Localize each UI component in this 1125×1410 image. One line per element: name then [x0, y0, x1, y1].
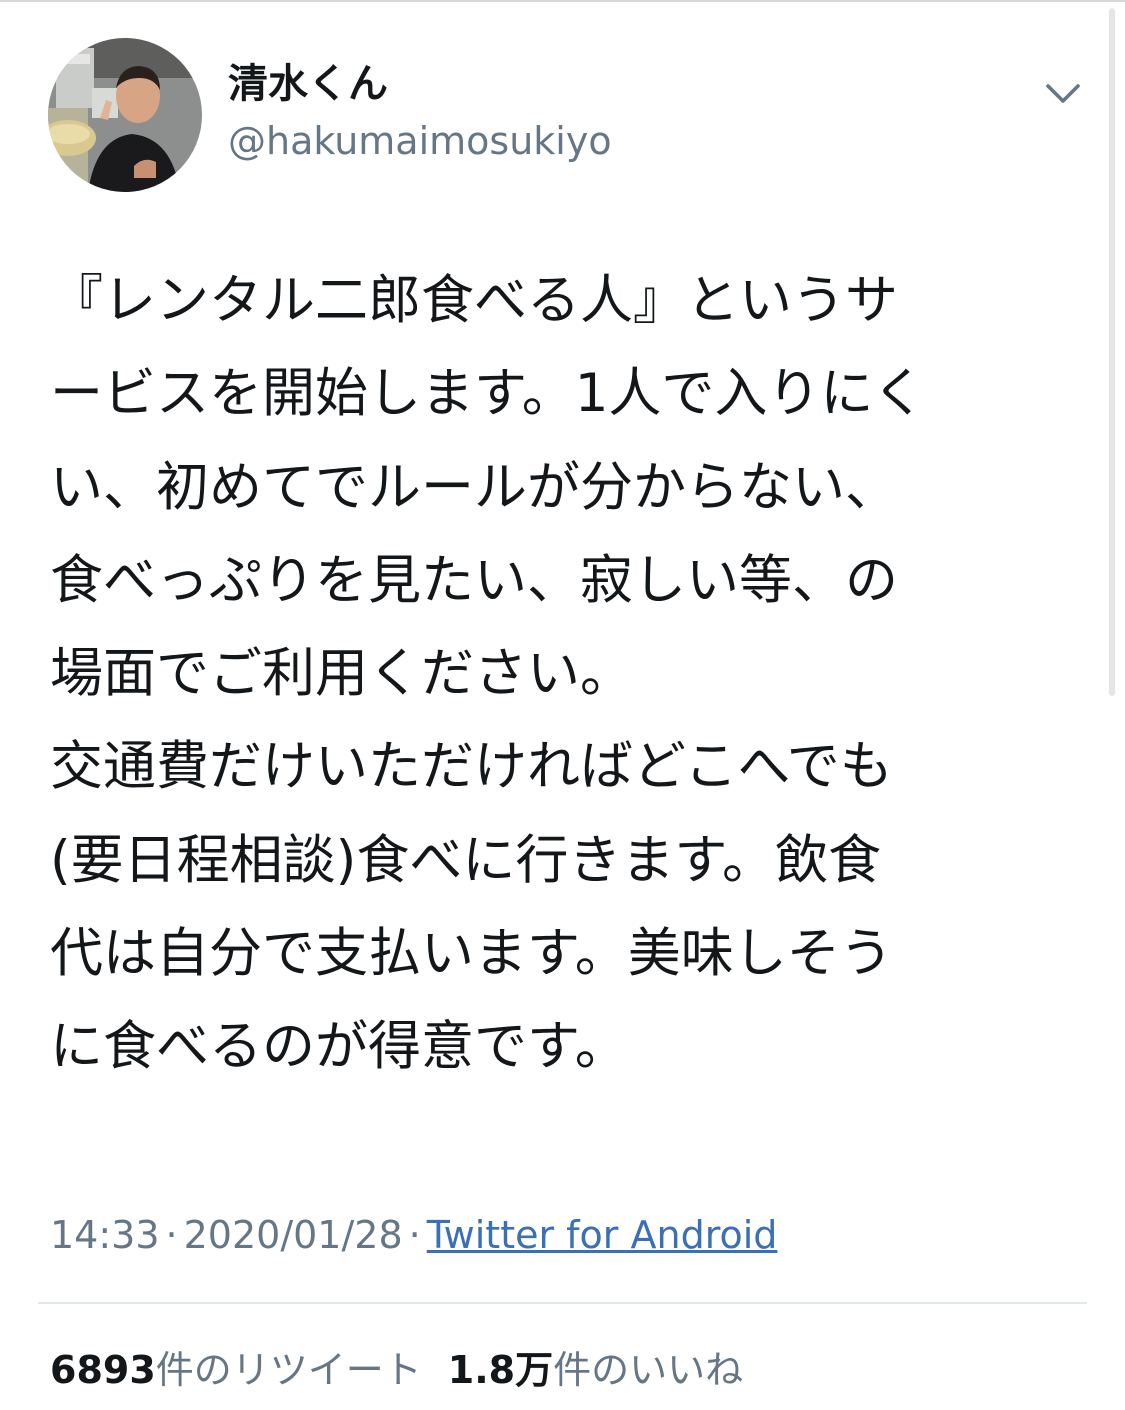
retweets-label: 件のリツイート [155, 1348, 422, 1392]
retweets-stat[interactable]: 6893件のリツイート [50, 1348, 422, 1392]
tweet-line: 食べっぷりを見たい、寂しい等、の [50, 549, 898, 611]
retweets-count: 6893 [50, 1348, 156, 1392]
tweet-line: (要日程相談)食べに行きます。飲食 [50, 829, 882, 891]
tweet-line: に食べるのが得意です。 [50, 1016, 628, 1078]
tweet-line: 場面でご利用ください。 [50, 643, 633, 705]
tweet-date: 2020/01/28 [183, 1213, 403, 1257]
avatar[interactable] [48, 38, 202, 192]
tweet-line: 交通費だけいただければどこへでも [50, 736, 893, 798]
likes-label: 件のいいね [553, 1348, 744, 1392]
tweet-line: い、初めてでルールが分からない、 [50, 456, 898, 518]
stats-divider [38, 1302, 1087, 1304]
tweet-time: 14:33 [50, 1213, 160, 1257]
scrollbar[interactable] [1109, 8, 1115, 696]
meta-separator: · [408, 1213, 421, 1257]
tweet-stats: 6893件のリツイート 1.8万件のいいね [50, 1344, 743, 1396]
chevron-down-icon [1046, 84, 1080, 103]
tweet-line: ービスを開始します。1人で入りにく [50, 363, 926, 425]
avatar-photo-icon [48, 38, 202, 192]
top-divider [0, 0, 1125, 2]
tweet-line: 『レンタル二郎食べる人』というサ [50, 270, 898, 331]
meta-separator: · [165, 1213, 178, 1257]
tweet-source-link[interactable]: Twitter for Android [427, 1213, 778, 1257]
likes-stat[interactable]: 1.8万件のいいね [448, 1348, 743, 1392]
likes-count: 1.8万 [447, 1348, 554, 1392]
tweet-options-button[interactable] [1032, 68, 1094, 120]
user-handle[interactable]: @hakumaimosukiyo [228, 116, 612, 166]
tweet-text: 『レンタル二郎食べる人』というサ ービスを開始します。1人で入りにく い、初めて… [50, 254, 1060, 1094]
tweet-line: 代は自分で支払います。美味しそう [50, 923, 893, 985]
tweet-meta: 14:33 · 2020/01/28 · Twitter for Android [50, 1208, 777, 1262]
display-name[interactable]: 清水くん [228, 58, 388, 110]
